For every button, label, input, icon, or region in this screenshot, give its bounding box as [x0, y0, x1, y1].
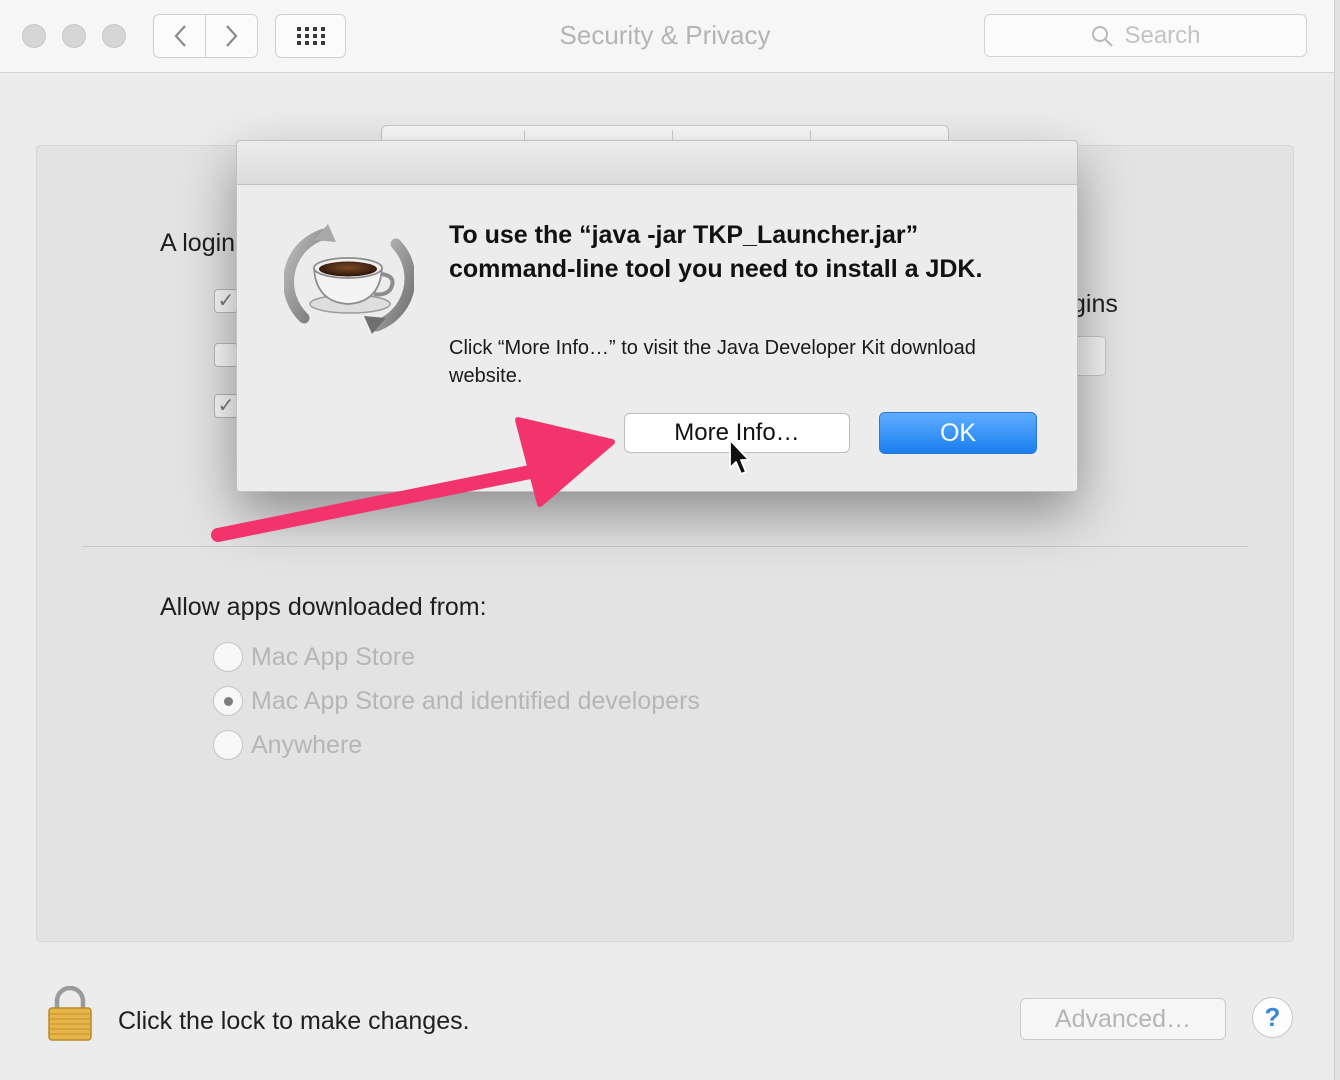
dialog-message: Click “More Info…” to visit the Java Dev… [449, 337, 976, 387]
chevron-left-icon [174, 25, 186, 47]
ok-button[interactable]: OK [879, 412, 1037, 454]
radio-label-anywhere: Anywhere [251, 731, 363, 759]
checkbox-disable-auto-login[interactable]: ✓ [214, 394, 238, 418]
checkbox-require-password[interactable]: ✓ [214, 289, 238, 313]
java-coffee-cup-icon [284, 224, 414, 334]
search-field[interactable]: Search [984, 14, 1307, 57]
section-divider [82, 546, 1248, 547]
lock-instruction-text: Click the lock to make changes. [118, 1007, 470, 1035]
checkbox-show-message[interactable] [214, 343, 238, 367]
grid-icon [296, 27, 325, 45]
search-placeholder: Search [1124, 21, 1201, 49]
search-icon [1092, 25, 1114, 47]
zoom-window-button[interactable] [102, 24, 126, 48]
radio-label-identified-developers: Mac App Store and identified developers [251, 687, 700, 715]
radio-anywhere[interactable] [213, 730, 243, 760]
help-button[interactable]: ? [1252, 997, 1293, 1038]
chevron-right-icon [225, 25, 237, 47]
window-titlebar: Security & Privacy Search [0, 0, 1334, 73]
forward-button[interactable] [205, 14, 258, 58]
login-password-label: A login [160, 229, 236, 257]
back-button[interactable] [153, 14, 206, 58]
dialog-titlebar [237, 141, 1077, 185]
window-title: Security & Privacy [559, 20, 771, 50]
plugins-label-partial: gins [1072, 290, 1118, 318]
radio-identified-developers[interactable] [213, 686, 243, 716]
advanced-button[interactable]: Advanced… [1020, 998, 1226, 1040]
allow-apps-heading: Allow apps downloaded from: [160, 593, 487, 621]
window-edge [1334, 0, 1340, 1080]
radio-mac-app-store[interactable] [213, 642, 243, 672]
lock-icon[interactable] [46, 986, 94, 1042]
show-all-button[interactable] [275, 14, 346, 58]
minimize-window-button[interactable] [62, 24, 86, 48]
dialog-title: To use the “java -jar TKP_Launcher.jar” … [449, 221, 983, 283]
more-info-button[interactable]: More Info… [624, 413, 850, 453]
radio-label-mac-app-store: Mac App Store [251, 643, 415, 671]
close-window-button[interactable] [22, 24, 46, 48]
